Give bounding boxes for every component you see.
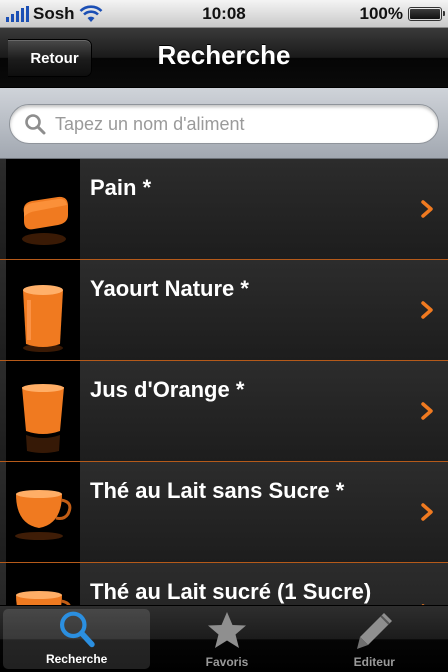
chevron-right-icon — [421, 200, 433, 218]
search-bar — [0, 88, 448, 159]
list-item[interactable]: Pain * — [0, 159, 448, 260]
battery-icon — [408, 7, 445, 21]
list-item[interactable]: Yaourt Nature * — [0, 260, 448, 361]
tab-recherche[interactable]: Recherche — [3, 609, 151, 669]
search-icon — [25, 114, 46, 135]
search-input[interactable] — [55, 113, 415, 135]
navigation-bar: Retour Recherche — [0, 28, 448, 88]
list-item-label: Pain * — [90, 175, 152, 200]
bread-image — [6, 159, 80, 259]
list-item-label: Yaourt Nature * — [90, 276, 249, 301]
pencil-icon — [357, 613, 393, 649]
list-item-label: Jus d'Orange * — [90, 377, 245, 402]
tab-editeur[interactable]: Editeur — [301, 606, 448, 672]
tab-label: Favoris — [205, 655, 249, 669]
list-item[interactable]: Thé au Lait sucré (1 Sucre) — [0, 563, 448, 605]
yogurt-image — [6, 260, 80, 360]
battery-group: 100% — [359, 4, 445, 24]
tab-label: Recherche — [45, 652, 108, 666]
list-item-label: Thé au Lait sucré (1 Sucre) — [90, 579, 372, 604]
star-icon — [207, 612, 246, 648]
food-list: Pain * Yaourt Nature * Jus d'Orange * Th… — [0, 159, 448, 605]
tea-cup-image — [6, 563, 80, 605]
tab-favoris[interactable]: Favoris — [153, 606, 300, 672]
magnifier-icon — [59, 611, 95, 648]
list-item[interactable]: Thé au Lait sans Sucre * — [0, 462, 448, 563]
battery-percent: 100% — [359, 4, 403, 23]
page-title: Recherche — [157, 40, 291, 70]
tea-cup-image — [6, 462, 80, 562]
chevron-right-icon — [421, 301, 433, 319]
list-item-label: Thé au Lait sans Sucre * — [90, 478, 345, 503]
juice-glass-image — [6, 361, 80, 461]
status-bar: Sosh 10:08 100% — [0, 0, 448, 28]
chevron-right-icon — [421, 503, 433, 521]
tab-label: Editeur — [353, 655, 395, 669]
list-item[interactable]: Jus d'Orange * — [0, 361, 448, 462]
chevron-right-icon — [421, 402, 433, 420]
tab-bar: Recherche Favoris Editeur — [0, 605, 448, 672]
search-field[interactable] — [9, 104, 439, 144]
